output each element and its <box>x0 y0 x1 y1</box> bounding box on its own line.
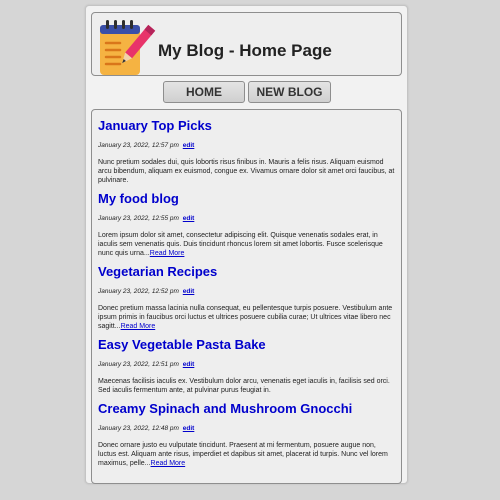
edit-link[interactable]: edit <box>183 142 195 149</box>
excerpt-text: Nunc pretium sodales dui, quis lobortis … <box>98 159 395 184</box>
post-item: Vegetarian Recipes January 23, 2022, 12:… <box>92 264 401 331</box>
excerpt-text: Donec ornare justo eu vulputate tincidun… <box>98 442 388 467</box>
post-excerpt: Nunc pretium sodales dui, quis lobortis … <box>98 158 395 185</box>
post-meta: January 23, 2022, 12:51 pm edit <box>98 360 395 369</box>
edit-link[interactable]: edit <box>183 288 195 295</box>
post-date: January 23, 2022, 12:55 pm <box>98 215 179 222</box>
new-blog-button[interactable]: NEW BLOG <box>248 81 331 103</box>
read-more-link[interactable]: Read More <box>121 323 156 330</box>
post-date: January 23, 2022, 12:57 pm <box>98 142 179 149</box>
post-title-link[interactable]: January Top Picks <box>98 118 395 134</box>
post-excerpt: Lorem ipsum dolor sit amet, consectetur … <box>98 231 395 258</box>
post-meta: January 23, 2022, 12:55 pm edit <box>98 214 395 223</box>
post-excerpt: Donec ornare justo eu vulputate tincidun… <box>98 441 395 468</box>
post-meta: January 23, 2022, 12:52 pm edit <box>98 287 395 296</box>
post-item: Creamy Spinach and Mushroom Gnocchi Janu… <box>92 401 401 468</box>
post-title-link[interactable]: My food blog <box>98 191 395 207</box>
post-date: January 23, 2022, 12:52 pm <box>98 288 179 295</box>
edit-link[interactable]: edit <box>183 361 195 368</box>
edit-link[interactable]: edit <box>183 215 195 222</box>
post-excerpt: Donec pretium massa lacinia nulla conseq… <box>98 304 395 331</box>
notepad-pencil-icon <box>100 20 156 75</box>
site-header: My Blog - Home Page <box>91 12 402 76</box>
read-more-link[interactable]: Read More <box>150 250 185 257</box>
post-meta: January 23, 2022, 12:57 pm edit <box>98 141 395 150</box>
post-item: Easy Vegetable Pasta Bake January 23, 20… <box>92 337 401 395</box>
post-feed: January Top Picks January 23, 2022, 12:5… <box>91 109 402 484</box>
excerpt-text: Maecenas facilisis iaculis ex. Vestibulu… <box>98 378 390 394</box>
post-title-link[interactable]: Creamy Spinach and Mushroom Gnocchi <box>98 401 395 417</box>
post-title-link[interactable]: Vegetarian Recipes <box>98 264 395 280</box>
edit-link[interactable]: edit <box>183 425 195 432</box>
read-more-link[interactable]: Read More <box>151 460 186 467</box>
excerpt-text: Lorem ipsum dolor sit amet, consectetur … <box>98 232 383 257</box>
site-title: My Blog - Home Page <box>158 41 332 60</box>
post-meta: January 23, 2022, 12:48 pm edit <box>98 424 395 433</box>
post-date: January 23, 2022, 12:51 pm <box>98 361 179 368</box>
post-item: January Top Picks January 23, 2022, 12:5… <box>92 118 401 185</box>
blog-page: My Blog - Home Page January Top Picks Ja… <box>85 5 408 484</box>
post-title-link[interactable]: Easy Vegetable Pasta Bake <box>98 337 395 353</box>
home-button[interactable]: HOME <box>163 81 245 103</box>
post-date: January 23, 2022, 12:48 pm <box>98 425 179 432</box>
post-excerpt: Maecenas facilisis iaculis ex. Vestibulu… <box>98 377 395 395</box>
post-item: My food blog January 23, 2022, 12:55 pm … <box>92 191 401 258</box>
